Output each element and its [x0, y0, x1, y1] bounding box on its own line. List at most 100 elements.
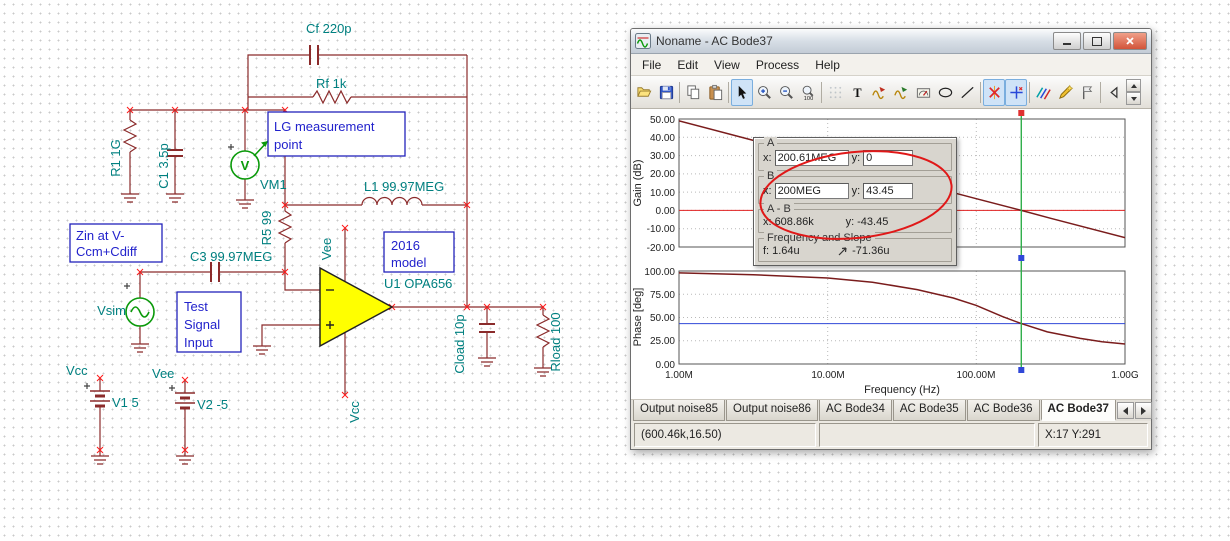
cursor-handle-bottom[interactable]: [1018, 367, 1025, 373]
cursor-a-y-input[interactable]: 0: [863, 150, 914, 166]
tab-ac-bode37[interactable]: AC Bode37: [1040, 400, 1116, 421]
battery-v1[interactable]: [90, 390, 110, 408]
label-v1: V1 5: [112, 395, 139, 410]
source-vsim[interactable]: [125, 297, 155, 327]
zin-note[interactable]: Zin at V- Ccm+Cdiff: [69, 223, 163, 263]
paste-button[interactable]: [704, 79, 726, 106]
spin-up-icon: [1130, 83, 1137, 88]
spin-down-button[interactable]: [1126, 92, 1141, 105]
line-tool-icon: [960, 86, 974, 98]
note-text: Signal: [184, 317, 220, 332]
cursor-a-icon: [988, 85, 1000, 99]
cursor-handle-mid[interactable]: [1018, 255, 1025, 261]
menu-item-file[interactable]: File: [634, 56, 669, 74]
capacitor-cload[interactable]: [479, 323, 495, 333]
maximize-icon: [1092, 36, 1102, 46]
opamp-u1[interactable]: [319, 266, 394, 348]
maximize-button[interactable]: [1083, 32, 1111, 50]
flag-tool-button[interactable]: [1076, 79, 1098, 106]
menu-item-help[interactable]: Help: [807, 56, 848, 74]
x-tick: 1.00M: [665, 370, 693, 381]
save-button[interactable]: [655, 79, 677, 106]
pen-tool-button[interactable]: [1054, 79, 1076, 106]
x-tick: 10.00M: [811, 370, 844, 381]
spin-up-button[interactable]: [1126, 79, 1141, 92]
circuit-schematic[interactable]: V LG measurement point Zin at V- Ccm+Cdi…: [0, 0, 625, 541]
close-button[interactable]: [1113, 32, 1147, 50]
cursor-a-tool-button[interactable]: [983, 78, 1005, 106]
phase-tick: 100.00: [644, 267, 675, 278]
toolbar-separator: [821, 81, 822, 103]
toolbar-separator: [1100, 81, 1101, 103]
x-tick: 100.00M: [957, 370, 996, 381]
tab-ac-bode36[interactable]: AC Bode36: [966, 400, 1040, 421]
capacitor-c3[interactable]: [210, 262, 220, 282]
titlebar[interactable]: Noname - AC Bode37: [631, 29, 1151, 54]
phase-axis-label: Phase [deg]: [632, 288, 644, 347]
menu-item-process[interactable]: Process: [748, 56, 807, 74]
minimize-button[interactable]: [1053, 32, 1081, 50]
toolbar-separator: [980, 81, 981, 103]
menu-item-view[interactable]: View: [706, 56, 748, 74]
zoom-in-icon: [757, 85, 771, 99]
battery-v2[interactable]: [175, 392, 195, 410]
cursor-diff-x-value: 608.86k: [774, 216, 814, 228]
cursor-readout-panel[interactable]: A x: 200.61MEG y: 0 B x: 200MEG y: 43.45: [753, 137, 957, 266]
cursor-b-tool-button[interactable]: [1005, 78, 1027, 106]
note-text: model: [391, 255, 427, 270]
probe-a-button[interactable]: [868, 79, 890, 106]
resistor-r1[interactable]: [122, 119, 138, 153]
grid-toggle-button[interactable]: [824, 79, 846, 106]
label-r1: R1 1G: [108, 139, 123, 177]
tab-scroll-left-icon: [1122, 406, 1128, 415]
zoom-in-button[interactable]: [753, 79, 775, 106]
line-tool-button[interactable]: [956, 79, 978, 106]
cursor-b-y-input[interactable]: 43.45: [863, 183, 914, 199]
probe-b-button[interactable]: [890, 79, 912, 106]
frequency-meter-button[interactable]: [912, 79, 934, 106]
capacitor-cf[interactable]: [309, 45, 319, 65]
label-c1: C1 3.5p: [156, 143, 171, 189]
cursor-b-group-label: B: [764, 170, 778, 182]
resistor-r5[interactable]: [277, 210, 293, 244]
cursor-b-x-input[interactable]: 200MEG: [774, 183, 849, 199]
phase-tick: 50.00: [650, 313, 675, 324]
tab-scroll-right-button[interactable]: [1134, 402, 1152, 419]
cursor-b-icon: [1009, 85, 1023, 99]
scroll-left-button[interactable]: [1103, 79, 1125, 106]
zoom-100-button[interactable]: 100: [797, 79, 819, 106]
slope-arrow-icon: [838, 247, 847, 256]
cursor-handle-top[interactable]: [1018, 110, 1025, 116]
lg-measurement-note[interactable]: LG measurement point: [267, 111, 406, 157]
ellipse-tool-button[interactable]: [934, 79, 956, 106]
bode-window: Noname - AC Bode37 File Edit View Proces…: [630, 28, 1152, 450]
slope-lines-button[interactable]: [1032, 79, 1054, 106]
scroll-left-icon: [1109, 85, 1117, 99]
text-tool-button[interactable]: T: [846, 79, 868, 106]
tab-ac-bode35[interactable]: AC Bode35: [892, 400, 966, 421]
resistor-rf[interactable]: [312, 89, 352, 105]
tab-output-noise86[interactable]: Output noise86: [726, 400, 819, 421]
tab-ac-bode34[interactable]: AC Bode34: [819, 400, 892, 421]
voltmeter-symbol: V: [241, 158, 250, 173]
zoom-out-button[interactable]: [775, 79, 797, 106]
model-note[interactable]: 2016 model: [383, 231, 455, 273]
inductor-l1[interactable]: [361, 196, 423, 206]
open-button[interactable]: [633, 79, 655, 106]
copy-button[interactable]: [682, 79, 704, 106]
label-vcc-opamp: Vcc: [347, 401, 362, 423]
cursor-a-x-input[interactable]: 200.61MEG: [774, 150, 849, 166]
x-label: x:: [763, 185, 772, 197]
tab-output-noise85[interactable]: Output noise85: [633, 400, 726, 421]
slope-lines-icon: [1035, 86, 1051, 99]
gain-tick: 50.00: [650, 115, 675, 126]
test-signal-note[interactable]: Test Signal Input: [176, 291, 242, 353]
menu-item-edit[interactable]: Edit: [669, 56, 706, 74]
voltmeter-vm1[interactable]: V: [230, 140, 269, 180]
cursor-a-group-label: A: [764, 137, 778, 149]
x-tick: 1.00G: [1111, 370, 1138, 381]
grid-icon: [829, 86, 841, 98]
pointer-tool-button[interactable]: [731, 78, 753, 106]
tab-scroll-left-button[interactable]: [1116, 402, 1134, 419]
gain-tick: 10.00: [650, 188, 675, 199]
